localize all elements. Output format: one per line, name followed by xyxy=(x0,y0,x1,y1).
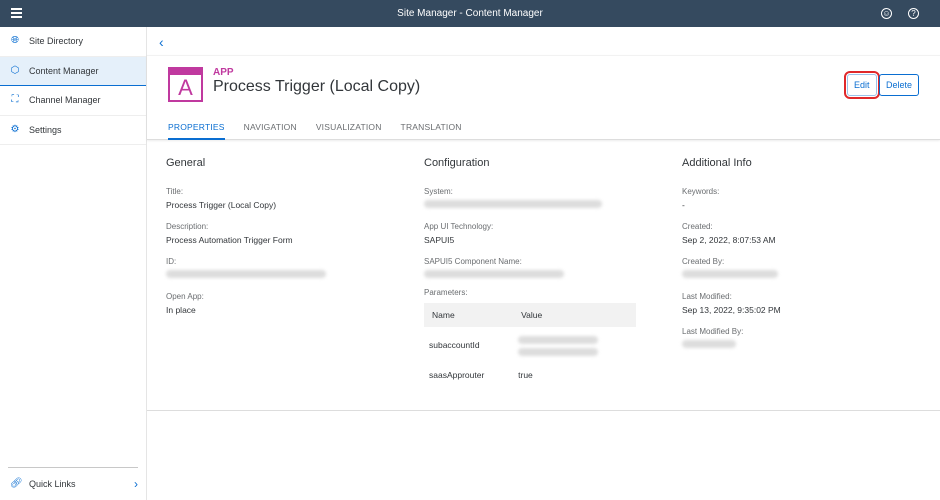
column-header: Value xyxy=(513,303,636,327)
sidebar-item-site-directory[interactable]: 🌐︎ Site Directory xyxy=(0,27,146,57)
redacted-value xyxy=(682,270,778,278)
sidebar-item-content-manager[interactable]: ⬡ Content Manager xyxy=(0,56,146,86)
user-icon[interactable]: ☺ xyxy=(881,8,892,19)
hierarchy-icon: ⛶ xyxy=(11,94,19,106)
sidebar: 🌐︎ Site Directory ⬡ Content Manager ⛶ Chann… xyxy=(0,27,147,500)
app-icon-letter: A xyxy=(178,75,193,100)
object-header: A APP Process Trigger (Local Copy) Edit … xyxy=(147,55,940,140)
chevron-right-icon[interactable]: › xyxy=(134,477,138,491)
sidebar-item-channel-manager[interactable]: ⛶ Channel Manager xyxy=(0,86,146,116)
field-label: Created By: xyxy=(682,257,725,266)
section-heading: Configuration xyxy=(424,157,490,169)
sidebar-item-label: Settings xyxy=(29,124,62,135)
field-label: Last Modified: xyxy=(682,292,732,301)
section-heading: Additional Info xyxy=(682,157,752,169)
sidebar-item-label: Site Directory xyxy=(29,36,84,47)
field-label: ID: xyxy=(166,257,177,266)
field-value: Process Automation Trigger Form xyxy=(166,235,293,245)
main-content: ‹ A APP Process Trigger (Local Copy) Edi… xyxy=(147,27,940,500)
content-icon: ⬡ xyxy=(10,64,20,76)
app-icon: A xyxy=(168,67,203,102)
param-name: subaccountId xyxy=(429,340,480,350)
field-label: Description: xyxy=(166,222,209,231)
quick-links[interactable]: 🔗︎ Quick Links › xyxy=(8,467,138,500)
delete-button[interactable]: Delete xyxy=(879,74,920,96)
back-icon[interactable]: ‹ xyxy=(159,34,164,50)
shell-bar: Site Manager - Content Manager ☺ ? xyxy=(0,0,940,27)
field-label: Open App: xyxy=(166,292,204,301)
sidebar-item-settings[interactable]: ⚙ Settings xyxy=(0,116,146,145)
page-title: Process Trigger (Local Copy) xyxy=(213,78,421,95)
field-label: Created: xyxy=(682,222,713,231)
shell-title: Site Manager - Content Manager xyxy=(397,8,543,19)
redacted-value xyxy=(166,270,326,278)
tab-bar: PROPERTIES NAVIGATION VISUALIZATION TRAN… xyxy=(168,122,462,140)
param-value xyxy=(513,327,636,363)
redacted-value xyxy=(424,200,602,208)
object-type: APP xyxy=(213,67,234,78)
parameters-table: Name Value subaccountId saasApprouter true xyxy=(424,303,636,387)
tab-properties[interactable]: PROPERTIES xyxy=(168,122,225,140)
redacted-value xyxy=(682,340,736,348)
table-row: subaccountId xyxy=(424,327,636,363)
globe-icon: 🌐︎ xyxy=(11,35,19,47)
help-icon[interactable]: ? xyxy=(908,8,919,19)
field-value: In place xyxy=(166,305,196,315)
link-icon: 🔗︎ xyxy=(10,478,23,489)
sidebar-item-label: Channel Manager xyxy=(29,95,101,106)
properties-panel: General Title: Process Trigger (Local Co… xyxy=(147,141,940,411)
tab-translation[interactable]: TRANSLATION xyxy=(401,122,462,140)
field-value: Sep 2, 2022, 8:07:53 AM xyxy=(682,235,776,245)
general-section: General Title: Process Trigger (Local Co… xyxy=(166,157,366,327)
settings-icon: ⚙ xyxy=(10,123,20,135)
field-label: SAPUI5 Component Name: xyxy=(424,257,522,266)
field-label: Keywords: xyxy=(682,187,720,196)
tab-navigation[interactable]: NAVIGATION xyxy=(244,122,297,140)
section-heading: General xyxy=(166,157,206,169)
additional-info-section: Additional Info Keywords: - Created: Sep… xyxy=(682,157,882,362)
field-label: Title: xyxy=(166,187,184,196)
field-label: Parameters: xyxy=(424,288,468,297)
field-value: Process Trigger (Local Copy) xyxy=(166,200,277,210)
field-label: Last Modified By: xyxy=(682,327,744,336)
table-header: Name Value xyxy=(424,303,636,327)
field-value: - xyxy=(682,200,685,210)
configuration-section: Configuration System: App UI Technology:… xyxy=(424,157,644,387)
tab-visualization[interactable]: VISUALIZATION xyxy=(316,122,382,140)
column-header: Name xyxy=(424,303,514,327)
field-value: Sep 13, 2022, 9:35:02 PM xyxy=(682,305,781,315)
quick-links-label: Quick Links xyxy=(29,479,76,489)
field-label: System: xyxy=(424,187,453,196)
edit-button[interactable]: Edit xyxy=(844,71,880,99)
field-label: App UI Technology: xyxy=(424,222,494,231)
field-value: SAPUI5 xyxy=(424,235,455,245)
table-row: saasApprouter true xyxy=(424,363,636,387)
redacted-value xyxy=(424,270,564,278)
param-value: true xyxy=(518,370,533,380)
param-name: saasApprouter xyxy=(429,370,485,380)
sidebar-item-label: Content Manager xyxy=(29,65,99,76)
